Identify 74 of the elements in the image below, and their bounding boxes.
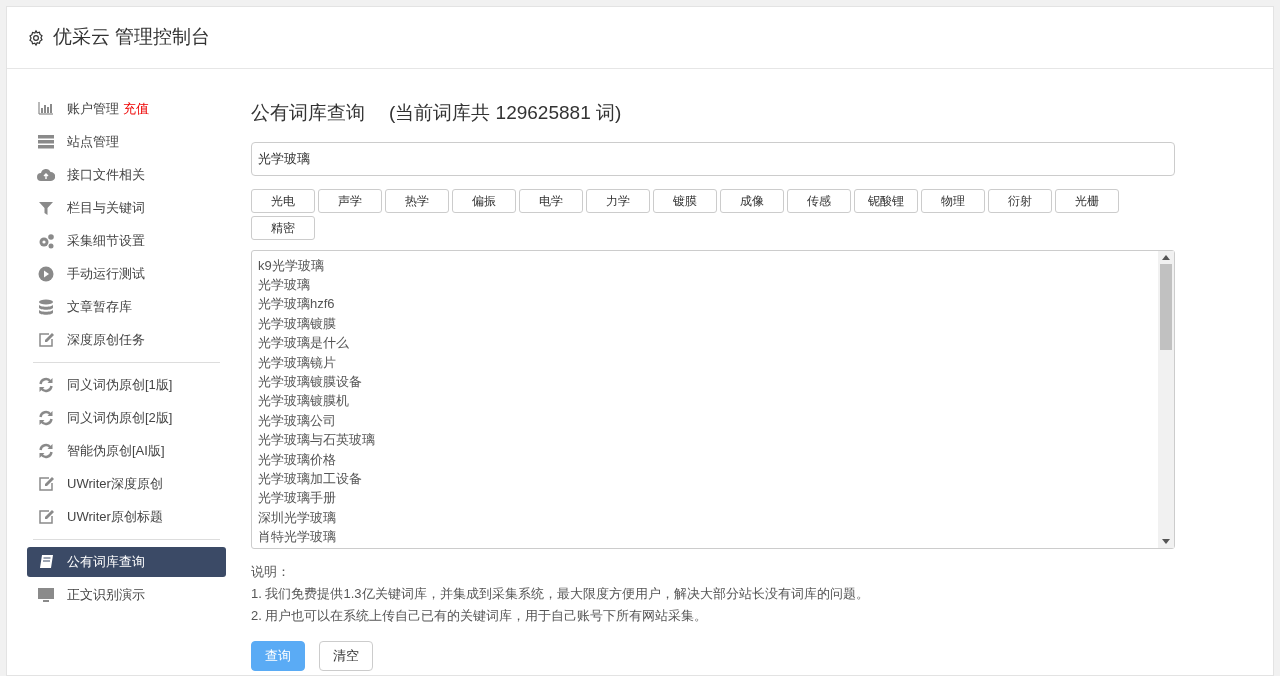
sidebar-item[interactable]: 智能伪原创[AI版]: [27, 436, 226, 466]
tag-button[interactable]: 传感: [787, 188, 851, 213]
tag-button[interactable]: 衍射: [988, 188, 1052, 213]
tag-button[interactable]: 电学: [519, 188, 583, 213]
result-item[interactable]: 光学玻璃与石英玻璃: [258, 430, 1158, 450]
sidebar-item[interactable]: 同义词伪原创[2版]: [27, 403, 226, 433]
page-title: 公有词库查询: [251, 101, 365, 125]
tag-button[interactable]: 声学: [318, 188, 382, 213]
edit-icon: [37, 508, 55, 526]
sidebar-item[interactable]: UWriter原创标题: [27, 502, 226, 532]
tag-button[interactable]: 力学: [586, 188, 650, 213]
result-item[interactable]: 肖特光学玻璃: [258, 527, 1158, 547]
edit-icon: [37, 331, 55, 349]
server-icon: [37, 133, 55, 151]
sidebar-item[interactable]: 采集细节设置: [27, 226, 226, 256]
sidebar-item[interactable]: UWriter深度原创: [27, 469, 226, 499]
result-item[interactable]: 光学玻璃手册: [258, 488, 1158, 508]
play-icon: [37, 265, 55, 283]
scrollbar-thumb[interactable]: [1160, 263, 1172, 350]
note-text: 1. 我们免费提供1.3亿关键词库，并集成到采集系统，最大限度方便用户，解决大部分站长没有词库的问题。: [251, 584, 870, 603]
sidebar-item[interactable]: 站点管理: [27, 127, 226, 157]
notes-heading: 说明：: [251, 562, 291, 581]
tag-button[interactable]: 偏振: [452, 188, 516, 213]
database-icon: [37, 298, 55, 316]
word-count: (当前词库共 129625881 词): [389, 101, 622, 125]
gears-icon: [37, 232, 55, 250]
result-item[interactable]: k9光学玻璃: [258, 255, 1158, 275]
book-icon: [37, 553, 55, 571]
result-item[interactable]: 光学玻璃加工设备: [258, 468, 1158, 489]
filter-icon: [37, 199, 55, 217]
tag-button[interactable]: 光栅: [1055, 188, 1119, 213]
monitor-icon: [37, 586, 55, 604]
refresh-icon: [37, 409, 55, 427]
note-text: 2. 用户也可以在系统上传自己已有的关键词库，用于自己账号下所有网站采集。: [251, 606, 709, 625]
tag-button[interactable]: 热学: [385, 188, 449, 213]
tag-button[interactable]: 精密: [251, 215, 315, 240]
edit-icon: [37, 475, 55, 493]
sidebar-item[interactable]: 同义词伪原创[1版]: [27, 370, 226, 400]
result-item[interactable]: 光学玻璃镀膜机: [258, 391, 1158, 411]
tag-button[interactable]: 铌酸锂: [854, 188, 918, 213]
clear-button[interactable]: 清空: [319, 640, 373, 671]
result-item[interactable]: 光学玻璃是什么: [258, 333, 1158, 353]
result-item[interactable]: 深圳光学玻璃: [258, 507, 1158, 528]
recharge-link[interactable]: 充值: [123, 99, 149, 119]
result-item[interactable]: 光学玻璃: [258, 274, 1158, 295]
sidebar-item[interactable]: 文章暂存库: [27, 292, 226, 322]
scroll-down-arrow-icon[interactable]: [1162, 538, 1170, 544]
result-item[interactable]: 光学玻璃镀膜设备: [258, 371, 1158, 392]
result-item[interactable]: 光学玻璃公司: [258, 410, 1158, 431]
console-title: 优采云 管理控制台: [53, 25, 211, 50]
sidebar-item[interactable]: 栏目与关键词: [27, 193, 226, 223]
refresh-icon: [37, 376, 55, 394]
result-item[interactable]: 光学玻璃镜片: [258, 352, 1158, 372]
tag-button[interactable]: 成像: [720, 188, 784, 213]
settings-icon: [27, 28, 45, 47]
tag-button[interactable]: 镀膜: [653, 188, 717, 213]
result-item[interactable]: 光学玻璃价格: [258, 449, 1158, 469]
refresh-icon: [37, 442, 55, 460]
sidebar-item[interactable]: 深度原创任务: [27, 325, 226, 355]
sidebar-item[interactable]: 手动运行测试: [27, 259, 226, 289]
tag-button[interactable]: 物理: [921, 188, 985, 213]
result-item[interactable]: 光学玻璃hzf6: [258, 294, 1158, 314]
scrollbar[interactable]: [1158, 250, 1174, 548]
search-field[interactable]: 光学玻璃: [251, 141, 1175, 176]
cloud-upload-icon: [37, 166, 55, 184]
bar-chart-icon: [37, 100, 55, 118]
sidebar-item[interactable]: 正文识别演示: [27, 580, 226, 610]
result-item[interactable]: 光学玻璃镀膜: [258, 313, 1158, 334]
sidebar-item[interactable]: 公有词库查询: [27, 547, 226, 577]
tag-button[interactable]: 光电: [251, 188, 315, 213]
scroll-up-arrow-icon[interactable]: [1162, 254, 1170, 260]
sidebar-item[interactable]: 接口文件相关: [27, 160, 226, 190]
sidebar-item[interactable]: 账户管理 充值: [27, 94, 226, 124]
results-list[interactable]: k9光学玻璃 光学玻璃 光学玻璃hzf6 光学玻璃镀膜 光学玻璃是什么 光学玻璃镜片 光学玻璃镀膜设备 光学玻璃镀膜机 光学玻璃公司 光学玻璃与石英玻璃 光学玻璃价格 光学玻璃加工设备 光学玻璃手册 深圳光学玻璃 肖特光学玻璃: [251, 249, 1175, 549]
